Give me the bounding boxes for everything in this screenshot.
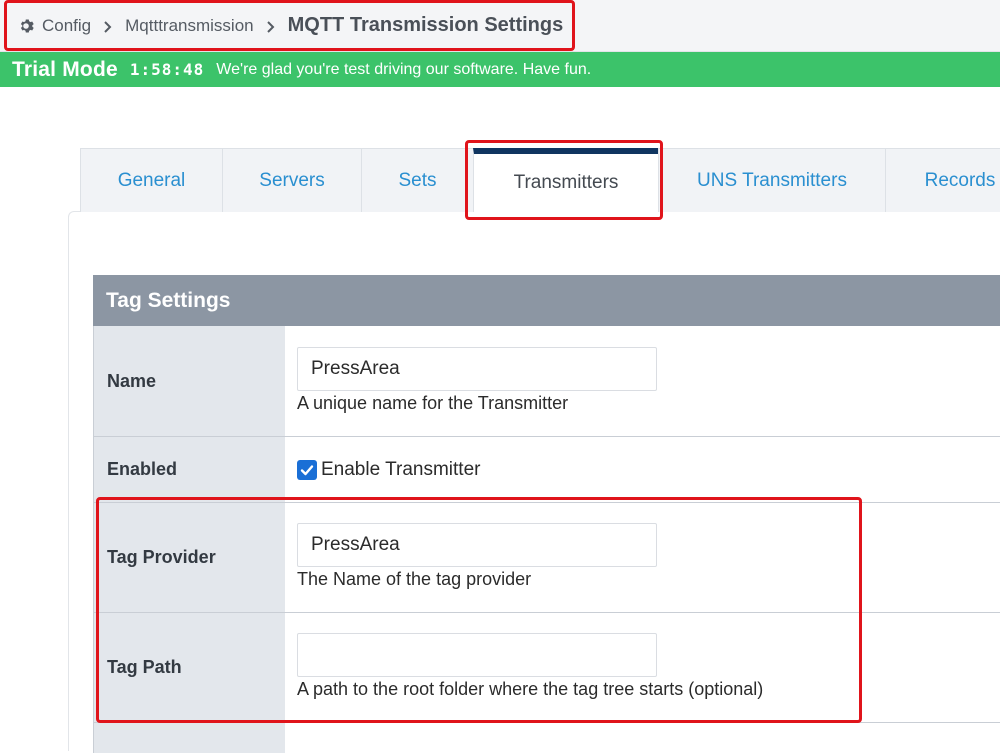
- field-label-tag-path: Tag Path: [93, 613, 285, 722]
- form-row-enabled: Enabled Enable Transmitter: [93, 437, 1000, 503]
- name-input[interactable]: PressArea: [297, 347, 657, 391]
- breadcrumb-item-mqtttransmission[interactable]: Mqtttransmission: [125, 16, 253, 36]
- tab-uns-transmitters[interactable]: UNS Transmitters: [658, 148, 886, 212]
- breadcrumb: Config Mqtttransmission MQTT Transmissio…: [18, 14, 563, 37]
- field-label-enabled: Enabled: [93, 437, 285, 502]
- checkmark-icon: [300, 465, 314, 476]
- tab-records[interactable]: Records: [885, 148, 1000, 212]
- field-value-tag-path: A path to the root folder where the tag …: [285, 613, 1000, 722]
- tag-provider-help-text: The Name of the tag provider: [297, 569, 532, 589]
- top-bar: Config Mqtttransmission MQTT Transmissio…: [0, 0, 1000, 52]
- tab-sets[interactable]: Sets: [361, 148, 474, 212]
- section-header-tag-settings: Tag Settings: [93, 275, 1000, 326]
- page-title: MQTT Transmission Settings: [287, 14, 564, 36]
- enable-transmitter-checkbox[interactable]: [297, 460, 317, 480]
- form-row-tag-provider: Tag Provider PressArea The Name of the t…: [93, 503, 1000, 613]
- field-label-tag-provider: Tag Provider: [93, 503, 285, 612]
- tab-general[interactable]: General: [80, 148, 223, 212]
- chevron-right-icon: [103, 19, 113, 33]
- trial-message: We're glad you're test driving our softw…: [216, 60, 592, 78]
- tab-transmitters[interactable]: Transmitters: [473, 148, 659, 212]
- gear-icon[interactable]: [18, 18, 34, 34]
- enable-transmitter-label[interactable]: Enable Transmitter: [321, 459, 480, 481]
- field-label-next: [93, 723, 285, 753]
- tab-servers[interactable]: Servers: [222, 148, 362, 212]
- field-label-name: Name: [93, 326, 285, 436]
- tag-provider-input[interactable]: PressArea: [297, 523, 657, 567]
- trial-mode-label: Trial Mode: [12, 57, 118, 81]
- field-value-name: PressArea A unique name for the Transmit…: [285, 326, 1000, 436]
- field-value-tag-provider: PressArea The Name of the tag provider: [285, 503, 1000, 612]
- tag-path-input[interactable]: [297, 633, 657, 677]
- field-value-enabled: Enable Transmitter: [285, 437, 1000, 502]
- form-row-name: Name PressArea A unique name for the Tra…: [93, 326, 1000, 437]
- trial-banner: Trial Mode 1:58:48 We're glad you're tes…: [0, 52, 1000, 87]
- name-help-text: A unique name for the Transmitter: [297, 393, 569, 413]
- breadcrumb-item-config[interactable]: Config: [42, 16, 91, 36]
- field-value-next: [285, 723, 1000, 753]
- tag-path-help-text: A path to the root folder where the tag …: [297, 679, 764, 699]
- chevron-right-icon: [266, 19, 276, 33]
- tab-bar: General Servers Sets Transmitters UNS Tr…: [80, 148, 1000, 212]
- trial-countdown: 1:58:48: [129, 60, 205, 79]
- form-row-next: [93, 723, 1000, 753]
- form-row-tag-path: Tag Path A path to the root folder where…: [93, 613, 1000, 723]
